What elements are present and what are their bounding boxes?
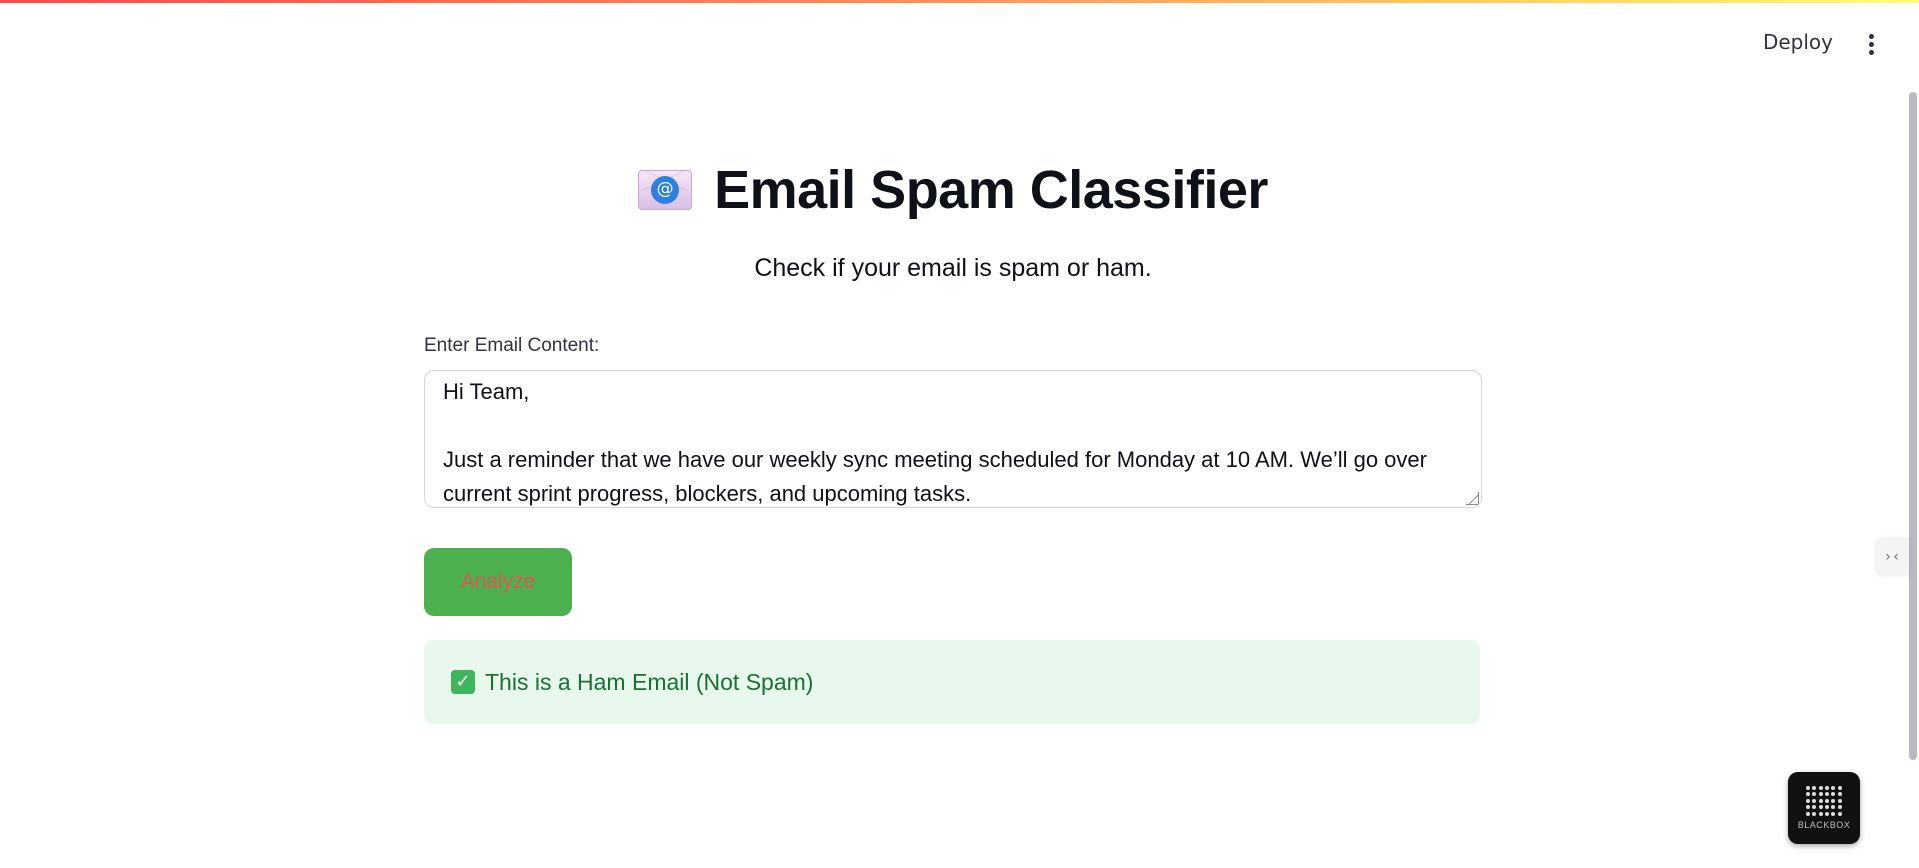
email-content-label: Enter Email Content: [424,335,600,356]
result-alert: ✓ This is a Ham Email (Not Spam) [424,640,1480,724]
title-row: @ Email Spam Classifier [424,150,1482,230]
blackbox-badge[interactable]: BLACKBOX [1788,772,1860,844]
check-mark-icon: ✓ [451,670,475,694]
deploy-button[interactable]: Deploy [1763,30,1833,54]
email-envelope-icon: @ [638,170,693,210]
blackbox-logo-icon [1806,786,1842,816]
app-header: Deploy [0,0,1919,92]
page-subtitle: Check if your email is spam or ham. [754,254,1152,282]
main-content: @ Email Spam Classifier Check if your em… [424,150,1482,724]
scrollbar-thumb[interactable] [1909,92,1917,760]
email-content-value[interactable]: Hi Team, Just a reminder that we have ou… [425,371,1481,507]
email-content-textarea[interactable]: Hi Team, Just a reminder that we have ou… [424,370,1482,508]
more-vertical-icon[interactable] [1867,34,1875,58]
result-text: This is a Ham Email (Not Spam) [485,668,814,695]
blackbox-label: BLACKBOX [1797,820,1851,830]
collapse-code-icon[interactable]: ›‹ [1875,538,1909,576]
analyze-button[interactable]: Analyze [424,548,572,616]
page-title: Email Spam Classifier [714,160,1268,220]
resize-handle-icon[interactable] [1466,492,1479,505]
